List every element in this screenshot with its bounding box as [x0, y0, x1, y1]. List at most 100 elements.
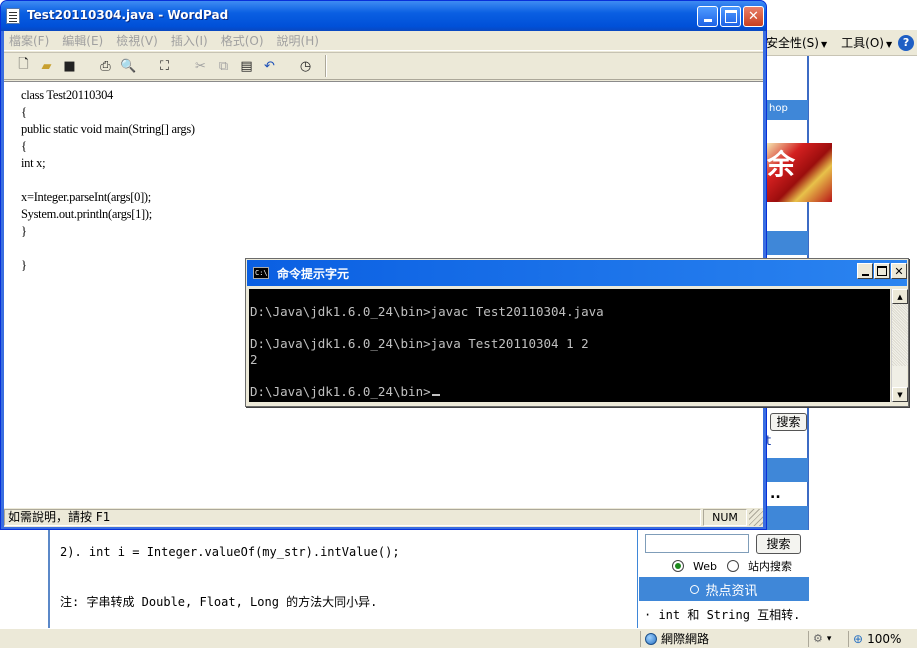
menu-view[interactable]: 檢視(V) [116, 32, 158, 49]
close-icon: ✕ [894, 264, 904, 278]
hot-news-item[interactable]: · int 和 String 互相转. [644, 606, 800, 623]
browser-status-bar: 網際網路 ⚙ ▾ ⊕ 100% [0, 628, 917, 648]
maximize-button[interactable] [720, 6, 741, 27]
doc-line: } [21, 258, 27, 272]
ellipsis-text: .. [770, 486, 781, 502]
security-label: 安全性(S) [766, 36, 819, 50]
menu-insert[interactable]: 插入(I) [171, 32, 208, 49]
search-scope: Web 站内搜索 [672, 558, 792, 574]
promo-image[interactable]: 余 [767, 143, 832, 202]
section-bar [767, 231, 808, 255]
menu-file[interactable]: 檔案(F) [9, 32, 49, 49]
close-icon: ✕ [748, 9, 759, 24]
doc-line: class Test20110304 [21, 88, 113, 102]
console-line: D:\Java\jdk1.6.0_24\bin>javac Test201103… [250, 304, 604, 319]
tools-label: 工具(O) [841, 36, 884, 50]
cmd-window: C:\ 命令提示字元 ✕ D:\Java\jdk1.6.0_24\bin>jav… [245, 258, 909, 407]
close-button[interactable]: ✕ [891, 263, 907, 279]
console-output[interactable]: D:\Java\jdk1.6.0_24\bin>javac Test201103… [249, 289, 890, 402]
wordpad-app-icon[interactable] [6, 8, 20, 24]
close-button[interactable]: ✕ [743, 6, 764, 27]
print-icon[interactable]: ⎙ [96, 57, 115, 76]
hot-news-header: 热点资讯 [639, 577, 809, 601]
section-bar [767, 506, 808, 530]
console-line: 2 [250, 352, 258, 367]
tools-menu[interactable]: 工具(O) ▼ [841, 34, 892, 51]
security-icon: ⚙ [813, 632, 823, 645]
browser-toolbar: 安全性(S) ▼ 工具(O) ▼ ? [760, 30, 917, 56]
save-icon[interactable]: ■ [60, 57, 79, 76]
open-icon[interactable]: ▰ [37, 57, 56, 76]
radio-web[interactable] [672, 560, 684, 572]
scroll-up-arrow-icon[interactable]: ▲ [892, 289, 908, 304]
copy-icon[interactable]: ⧉ [214, 57, 233, 76]
security-menu[interactable]: 安全性(S) ▼ [766, 34, 827, 51]
num-lock-indicator: NUM [703, 509, 747, 526]
maximize-button[interactable] [874, 263, 890, 279]
console-line: D:\Java\jdk1.6.0_24\bin>java Test2011030… [250, 336, 589, 351]
console-icon[interactable]: C:\ [253, 267, 269, 279]
zone-label: 網際網路 [661, 632, 710, 646]
cmd-titlebar[interactable]: C:\ 命令提示字元 [247, 260, 907, 286]
menu-format[interactable]: 格式(O) [221, 32, 264, 49]
console-prompt-line[interactable]: D:\Java\jdk1.6.0_24\bin> [250, 384, 890, 400]
new-icon[interactable]: 🗋 [14, 57, 33, 76]
shop-banner[interactable]: hop [767, 100, 808, 120]
section-bar [767, 458, 808, 482]
resize-grip[interactable] [749, 509, 763, 526]
doc-line: { [21, 139, 27, 153]
doc-line: } [21, 224, 27, 238]
globe-icon [645, 632, 657, 645]
article-border [48, 530, 50, 628]
sidebar-search-box: 搜索 Web 站内搜索 热点资讯 · int 和 String 互相转. [637, 530, 809, 628]
scroll-down-arrow-icon[interactable]: ▼ [892, 387, 908, 402]
paste-icon[interactable]: ▤ [237, 57, 256, 76]
minimize-button[interactable] [697, 6, 718, 27]
doc-line: x=Integer.parseInt(args[0]); [21, 190, 151, 204]
zoom-icon: ⊕ [853, 631, 864, 646]
cut-icon[interactable]: ✂ [191, 57, 210, 76]
text-cursor [431, 394, 440, 396]
wordpad-titlebar[interactable]: Test20110304.java - WordPad ✕ [1, 1, 766, 31]
chevron-down-icon: ▾ [826, 633, 832, 644]
window-title: 命令提示字元 [277, 267, 350, 281]
radio-site-label: 站内搜索 [747, 560, 792, 573]
article-code-line: 2). int i = Integer.valueOf(my_str).intV… [60, 545, 400, 559]
chevron-down-icon: ▼ [820, 40, 828, 49]
doc-line: { [21, 105, 27, 119]
print-preview-icon[interactable]: 🔍 [119, 57, 138, 76]
search-button[interactable]: 搜索 [756, 534, 801, 554]
scrollbar-track[interactable] [892, 304, 908, 366]
doc-line: System.out.println(args[1]); [21, 207, 152, 221]
toolbar-divider [325, 55, 327, 77]
standard-toolbar: 🗋 ▰ ■ ⎙ 🔍 ⛶ ✂ ⧉ ▤ ↶ ◷ [4, 52, 763, 80]
help-icon[interactable]: ? [898, 34, 915, 51]
radio-web-label: Web [693, 559, 717, 573]
wordpad-status-bar: 如需說明，請按 F1 NUM [4, 507, 763, 527]
zoom-control[interactable]: ⊕ 100% [848, 630, 917, 647]
menu-edit[interactable]: 編輯(E) [62, 32, 103, 49]
radio-site[interactable] [726, 560, 739, 572]
menu-bar: 檔案(F) 編輯(E) 檢視(V) 插入(I) 格式(O) 說明(H) [4, 31, 763, 51]
protected-mode-cell[interactable]: ⚙ ▾ [808, 630, 848, 647]
console-prompt: D:\Java\jdk1.6.0_24\bin> [250, 384, 431, 399]
minimize-button[interactable] [857, 263, 873, 279]
search-input[interactable] [645, 534, 749, 553]
doc-line: int x; [21, 156, 46, 170]
datetime-icon[interactable]: ◷ [296, 57, 315, 76]
article-note: 注: 字串转成 Double, Float, Long 的方法大同小异. [60, 595, 378, 609]
shop-text: hop [769, 103, 788, 114]
zone-cell: 網際網路 [640, 630, 808, 647]
menu-help[interactable]: 說明(H) [277, 32, 319, 49]
window-title: Test20110304.java - WordPad [27, 8, 229, 22]
status-help-text: 如需說明，請按 F1 [4, 509, 701, 526]
promo-image-char: 余 [767, 148, 796, 181]
undo-icon[interactable]: ↶ [260, 57, 279, 76]
vertical-scrollbar[interactable]: ▲ ▼ [891, 289, 908, 402]
find-icon[interactable]: ⛶ [155, 57, 174, 76]
hot-news-label: 热点资讯 [705, 583, 758, 599]
search-button[interactable]: 搜索 [770, 413, 807, 431]
zoom-level: 100% [867, 631, 902, 646]
